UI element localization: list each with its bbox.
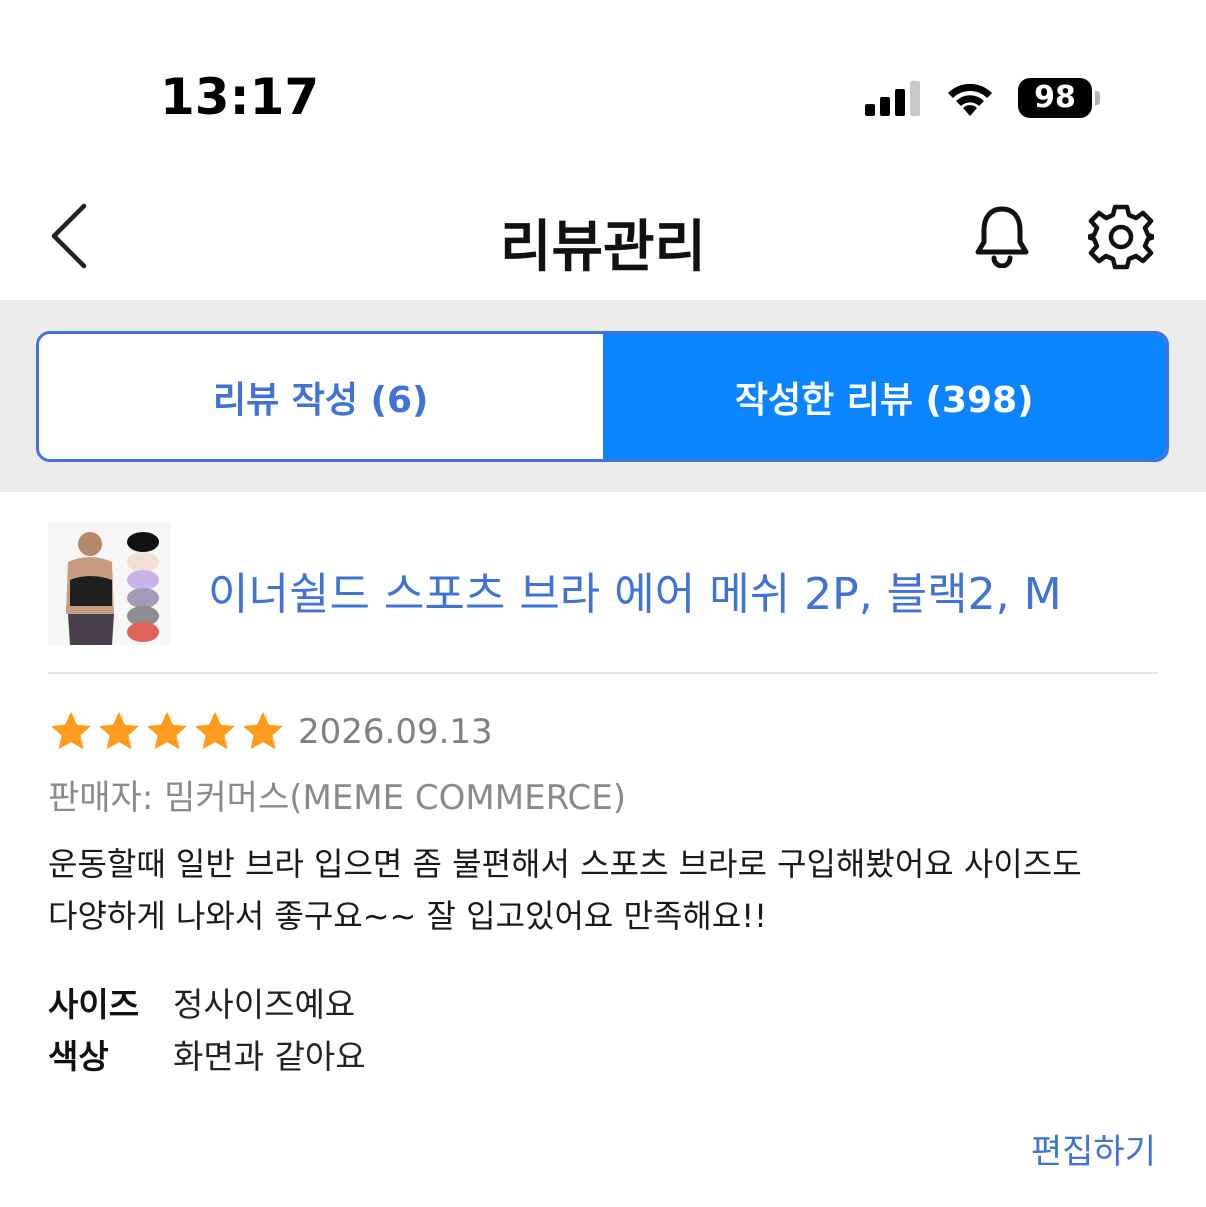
battery-icon: 98 [1018, 78, 1100, 118]
gear-icon[interactable] [1088, 204, 1154, 270]
attribute-label: 색상 [48, 1037, 109, 1076]
edit-review-button[interactable]: 편집하기 [1031, 1124, 1156, 1173]
status-time: 13:17 [160, 68, 320, 126]
star-icon [147, 711, 187, 750]
attribute-label: 사이즈 [48, 985, 140, 1024]
attribute-row-size: 사이즈 정사이즈예요 [48, 978, 355, 1026]
star-icon [243, 711, 283, 750]
review-body-line: 다양하게 나와서 좋구요~~ 잘 입고있어요 만족해요!! [48, 897, 767, 935]
rating-row: 2026.09.13 [48, 706, 493, 758]
wifi-icon [948, 83, 992, 116]
product-name-link[interactable]: 이너쉴드 스포츠 브라 에어 메쉬 2P, 블랙2, M [208, 558, 1062, 622]
star-rating [48, 709, 286, 755]
status-bar: 13:17 98 [0, 0, 1206, 190]
product-thumbnail[interactable] [48, 522, 171, 645]
review-body: 운동할때 일반 브라 입으면 좀 불편해서 스포츠 브라로 구입해봤어요 사이즈… [48, 838, 1158, 942]
star-icon [51, 711, 91, 750]
tab-band: 리뷰 작성 (6) 작성한 리뷰 (398) [0, 300, 1206, 492]
review-body-line: 운동할때 일반 브라 입으면 좀 불편해서 스포츠 브라로 구입해봤어요 사이즈… [48, 845, 1082, 883]
bell-icon[interactable] [972, 204, 1032, 268]
star-icon [195, 711, 235, 750]
review-date: 2026.09.13 [298, 712, 493, 752]
attribute-value: 정사이즈예요 [173, 985, 356, 1024]
tab-write-review[interactable]: 리뷰 작성 (6) [39, 334, 603, 459]
product-row[interactable]: 이너쉴드 스포츠 브라 에어 메쉬 2P, 블랙2, M [48, 522, 1158, 674]
star-icon [99, 711, 139, 750]
battery-level: 98 [1018, 78, 1092, 118]
cellular-signal-icon [865, 81, 920, 116]
seller-name: 판매자: 밈커머스(MEME COMMERCE) [48, 778, 627, 818]
tab-written-reviews[interactable]: 작성한 리뷰 (398) [602, 334, 1166, 459]
nav-header: 리뷰관리 [0, 190, 1206, 300]
review-tab-group: 리뷰 작성 (6) 작성한 리뷰 (398) [36, 331, 1169, 462]
attribute-row-color: 색상 화면과 같아요 [48, 1030, 366, 1078]
battery-tip [1095, 91, 1100, 105]
attribute-value: 화면과 같아요 [173, 1037, 366, 1076]
